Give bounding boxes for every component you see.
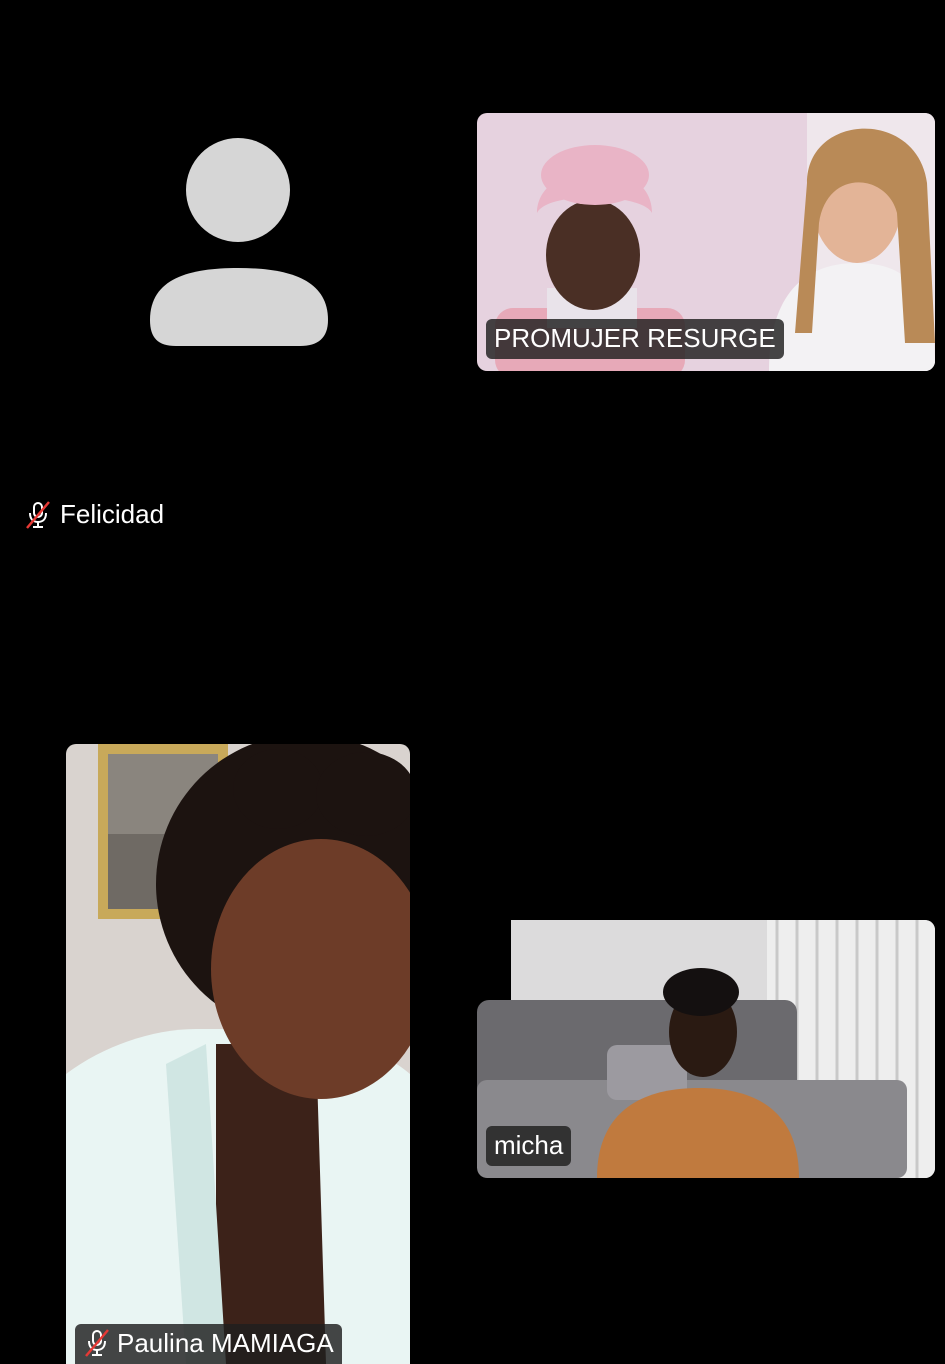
participant-name: PROMUJER RESURGE <box>494 323 776 353</box>
participant-name-badge: micha <box>486 1126 572 1166</box>
mic-muted-icon <box>26 500 50 529</box>
participant-name: Felicidad <box>60 499 165 529</box>
participant-tile-micha[interactable]: micha <box>477 920 935 1178</box>
participant-label: Felicidad <box>24 499 164 530</box>
participant-name-badge: PROMUJER RESURGE <box>486 319 784 359</box>
participant-name: micha <box>494 1130 564 1160</box>
mic-muted-icon <box>85 1329 109 1357</box>
video-feed <box>66 744 410 1364</box>
participant-name-badge: Paulina MAMIAGA <box>75 1324 342 1364</box>
participant-name: Paulina MAMIAGA <box>117 1328 334 1358</box>
participant-tile-paulina-mamiaga[interactable]: Paulina MAMIAGA <box>66 744 410 1364</box>
participant-tile-promujer-resurge[interactable]: PROMUJER RESURGE <box>477 113 935 371</box>
person-silhouette-icon <box>150 138 328 346</box>
